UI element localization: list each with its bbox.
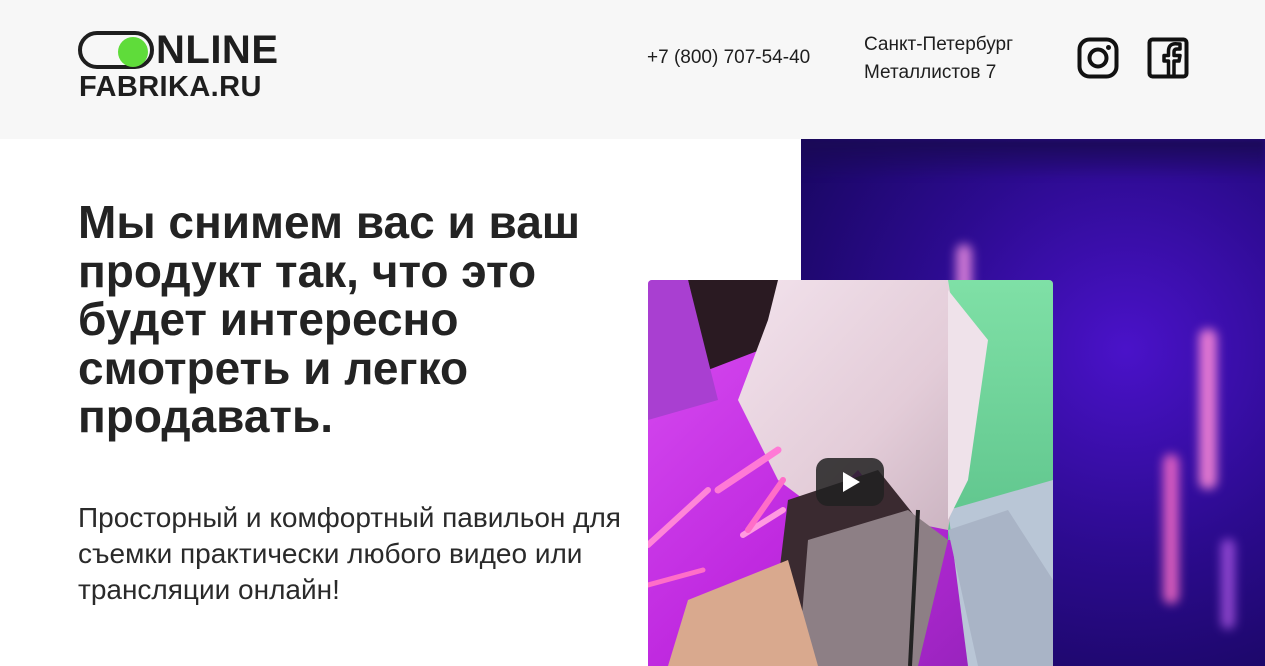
logo-text-online: NLINE <box>156 28 279 72</box>
hero-title: Мы снимем вас и ваш продукт так, что это… <box>78 196 581 442</box>
play-icon[interactable] <box>816 458 884 506</box>
logo-toggle-icon <box>78 31 154 69</box>
address-street: Металлистов 7 <box>864 62 997 83</box>
address-city: Санкт-Петербург <box>864 34 1014 55</box>
facebook-icon <box>1147 37 1189 79</box>
phone-link[interactable]: +7 (800) 707-54-40 <box>647 46 810 70</box>
facebook-link[interactable] <box>1147 37 1189 79</box>
site-header: NLINE FABRIKA.RU +7 (800) 707-54-40 Санк… <box>0 0 1265 139</box>
instagram-link[interactable] <box>1077 37 1119 79</box>
logo-toggle-knob <box>118 37 148 67</box>
video-player[interactable] <box>648 280 1053 666</box>
logo-text-fabrika: FABRIKA.RU <box>79 71 262 103</box>
address: Санкт-Петербург Металлистов 7 <box>864 31 1013 87</box>
logo[interactable]: NLINE FABRIKA.RU <box>78 28 288 104</box>
instagram-icon <box>1077 37 1119 79</box>
hero-subtitle: Просторный и комфортный павильон для съе… <box>78 502 621 605</box>
